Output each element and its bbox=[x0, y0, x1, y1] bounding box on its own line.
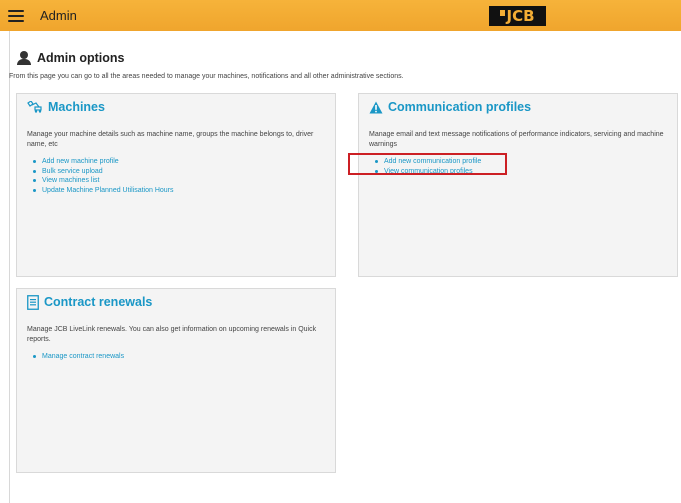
machines-card-header: Machines bbox=[17, 94, 335, 120]
contract-renewals-card: Contract renewals Manage JCB LiveLink re… bbox=[16, 288, 336, 473]
communication-card-description: Manage email and text message notificati… bbox=[369, 131, 664, 148]
update-utilisation-hours-link[interactable]: Update Machine Planned Utilisation Hours bbox=[42, 187, 174, 194]
list-item: Bulk service upload bbox=[33, 167, 325, 177]
document-icon bbox=[27, 294, 39, 310]
app-title: Admin bbox=[40, 8, 77, 23]
contract-card-title: Contract renewals bbox=[44, 295, 153, 309]
top-bar: Admin JCB bbox=[0, 0, 681, 31]
highlight-box bbox=[348, 153, 507, 175]
machines-card-description: Manage your machine details such as mach… bbox=[27, 131, 314, 148]
machines-card: Machines Manage your machine details suc… bbox=[16, 93, 336, 277]
add-new-machine-profile-link[interactable]: Add new machine profile bbox=[42, 158, 119, 165]
contract-link-list: Manage contract renewals bbox=[27, 352, 325, 362]
view-machines-list-link[interactable]: View machines list bbox=[42, 177, 99, 184]
list-item: View machines list bbox=[33, 176, 325, 186]
left-divider bbox=[9, 31, 10, 503]
machines-link-list: Add new machine profile Bulk service upl… bbox=[27, 157, 325, 195]
machines-card-title: Machines bbox=[48, 100, 105, 114]
communication-card-header: Communication profiles bbox=[359, 94, 677, 120]
warning-icon bbox=[369, 101, 383, 113]
page-description: From this page you can go to all the are… bbox=[9, 73, 404, 80]
list-item: Update Machine Planned Utilisation Hours bbox=[33, 186, 325, 196]
hamburger-menu-icon[interactable] bbox=[8, 9, 24, 22]
communication-profiles-card: Communication profiles Manage email and … bbox=[358, 93, 678, 277]
bulk-service-upload-link[interactable]: Bulk service upload bbox=[42, 168, 103, 175]
list-item: Add new machine profile bbox=[33, 157, 325, 167]
page-title: Admin options bbox=[37, 51, 125, 65]
manage-contract-renewals-link[interactable]: Manage contract renewals bbox=[42, 353, 124, 360]
communication-card-title: Communication profiles bbox=[388, 100, 532, 114]
contract-card-header: Contract renewals bbox=[17, 289, 335, 315]
list-item: Manage contract renewals bbox=[33, 352, 325, 362]
page-header: Admin options bbox=[17, 51, 125, 65]
user-icon bbox=[17, 51, 31, 65]
excavator-icon bbox=[27, 101, 42, 113]
contract-card-description: Manage JCB LiveLink renewals. You can al… bbox=[27, 326, 317, 343]
jcb-logo: JCB bbox=[489, 6, 546, 26]
